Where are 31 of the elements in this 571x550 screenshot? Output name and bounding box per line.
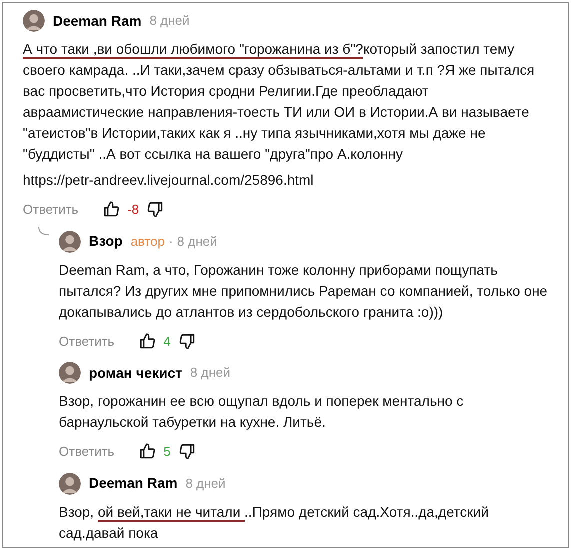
vote-count: 4: [164, 332, 171, 350]
thumbs-up-icon[interactable]: [138, 443, 156, 460]
thread-connector: [38, 226, 50, 236]
author-role-label: автор: [130, 232, 165, 251]
vote-count: 5: [164, 443, 171, 461]
vote-count: -8: [128, 201, 140, 219]
thumbs-down-icon[interactable]: [178, 443, 196, 460]
timestamp: 8 дней: [150, 12, 190, 30]
avatar: [59, 362, 81, 384]
author-name[interactable]: Deeman Ram: [53, 10, 142, 32]
thumbs-down-icon[interactable]: [147, 201, 164, 218]
reply-button[interactable]: Ответить: [59, 332, 115, 351]
reply-button[interactable]: Ответить: [59, 442, 115, 462]
link[interactable]: https://petr-andreev.livejournal.com/25896.html: [23, 170, 560, 191]
timestamp: 8 дней: [186, 474, 226, 493]
thumbs-up-icon[interactable]: [138, 332, 156, 350]
separator: ·: [168, 232, 174, 251]
comment-text: Deeman Ram, а что, Горожанин тоже колонну приборами пощупать пытался? Из других мне припомнились Рареман со компанией, только оне докапывались до атлантов из сердобольского гранита :о))): [59, 260, 549, 322]
avatar: [59, 230, 81, 252]
reply-button[interactable]: Ответить: [23, 200, 79, 220]
timestamp: 8 дней: [177, 232, 218, 251]
author-name[interactable]: роман чекист: [89, 362, 182, 384]
thumbs-up-icon[interactable]: [102, 201, 120, 218]
timestamp: 8 дней: [190, 364, 231, 382]
author-name[interactable]: Взор: [89, 231, 123, 252]
avatar: [23, 10, 45, 32]
comment-text: Взор, ой вей,таки не читали ..Прямо детский сад.Хотя..да,детский сад.давай пока: [59, 502, 490, 543]
author-name[interactable]: Deeman Ram: [89, 473, 178, 494]
comment-text: Взор, горожанин ее всю ощупал вдоль и поперек ментально с барнаульской табуретки на кухне. Литьё.: [59, 392, 465, 432]
avatar: [59, 472, 81, 494]
thumbs-down-icon[interactable]: [178, 332, 196, 350]
